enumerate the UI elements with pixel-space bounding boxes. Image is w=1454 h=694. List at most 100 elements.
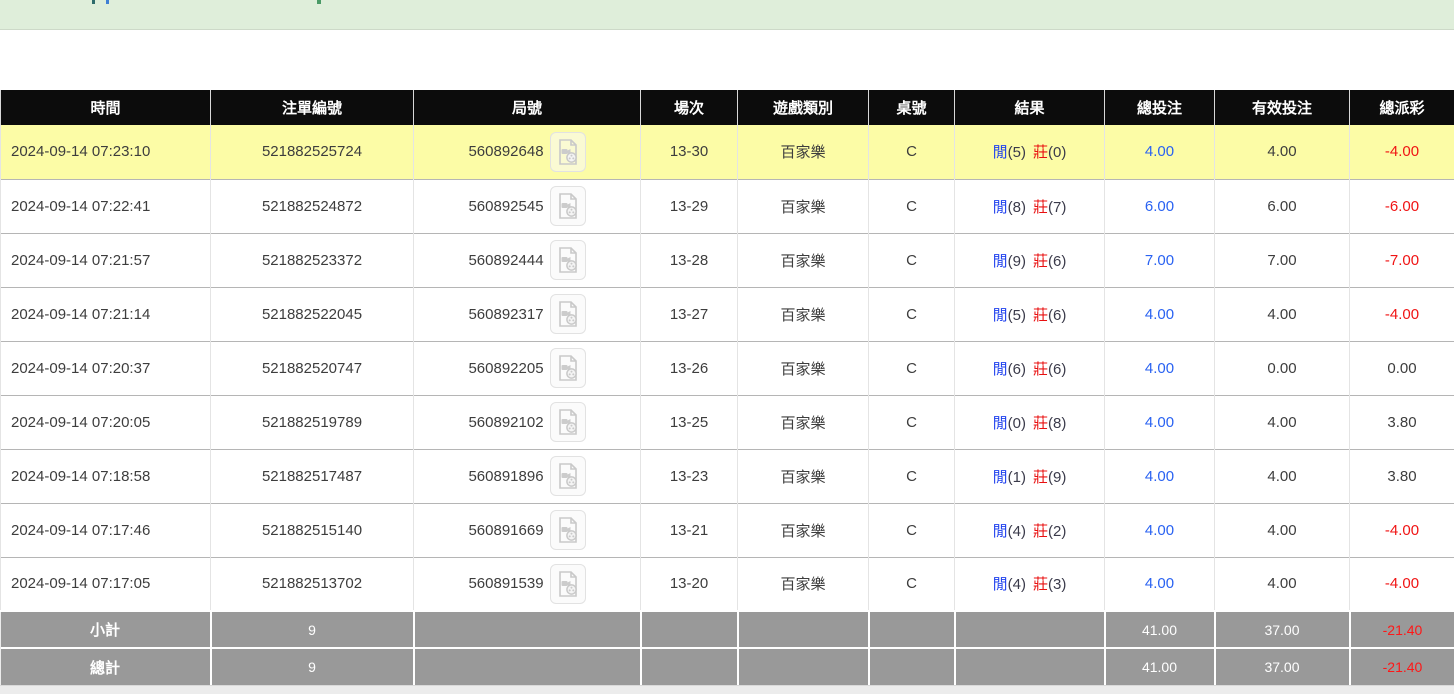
- banker-result-label: 莊: [1033, 576, 1048, 593]
- video-replay-button[interactable]: [550, 564, 586, 604]
- total-bet-link[interactable]: 4.00: [1105, 557, 1215, 611]
- game-type: 百家樂: [738, 125, 869, 179]
- total-bet-link[interactable]: 4.00: [1105, 503, 1215, 557]
- footer-empty-cell: [414, 648, 641, 685]
- subtotal-payout: -21.40: [1350, 611, 1454, 648]
- video-record-icon: [556, 516, 580, 544]
- bet-id: 521882517487: [211, 449, 414, 503]
- player-score: (4): [1008, 576, 1026, 593]
- table-code: C: [869, 233, 955, 287]
- result-cell: 閒(8)莊(7): [955, 179, 1105, 233]
- video-replay-button[interactable]: [550, 510, 586, 550]
- total-bet-link[interactable]: 6.00: [1105, 179, 1215, 233]
- round-cell: 560892648: [414, 125, 641, 179]
- total-bet-link[interactable]: 4.00: [1105, 287, 1215, 341]
- round-id: 560892545: [468, 198, 543, 215]
- total-bet-link[interactable]: 4.00: [1105, 125, 1215, 179]
- table-code: C: [869, 179, 955, 233]
- player-score: (4): [1008, 523, 1026, 540]
- result-cell: 閒(9)莊(6): [955, 233, 1105, 287]
- player-result-label: 閒: [993, 144, 1008, 161]
- table-row: 2024-09-14 07:22:41 521882524872 5608925…: [1, 179, 1454, 233]
- session: 13-21: [641, 503, 738, 557]
- footer-empty-cell: [641, 611, 738, 648]
- subtotal-label: 小計: [1, 611, 211, 648]
- valid-bet: 4.00: [1215, 449, 1350, 503]
- valid-bet: 4.00: [1215, 503, 1350, 557]
- payout: -4.00: [1350, 557, 1454, 611]
- video-replay-button[interactable]: [550, 402, 586, 442]
- result-cell: 閒(0)莊(8): [955, 395, 1105, 449]
- video-record-icon: [556, 570, 580, 598]
- cropped-content-fragment: [92, 0, 95, 4]
- result-cell: 閒(1)莊(9): [955, 449, 1105, 503]
- player-score: (6): [1008, 361, 1026, 378]
- payout: -6.00: [1350, 179, 1454, 233]
- game-type: 百家樂: [738, 179, 869, 233]
- subtotal-valid-bet: 37.00: [1215, 611, 1350, 648]
- column-header-round_id: 局號: [414, 90, 641, 125]
- bet-id: 521882524872: [211, 179, 414, 233]
- table-row: 2024-09-14 07:17:46 521882515140 5608916…: [1, 503, 1454, 557]
- bet-time: 2024-09-14 07:21:14: [1, 287, 211, 341]
- result-cell: 閒(4)莊(3): [955, 557, 1105, 611]
- session: 13-26: [641, 341, 738, 395]
- round-id: 560891669: [468, 522, 543, 539]
- bet-id: 521882523372: [211, 233, 414, 287]
- table-row: 2024-09-14 07:21:57 521882523372 5608924…: [1, 233, 1454, 287]
- session: 13-29: [641, 179, 738, 233]
- player-result-label: 閒: [993, 307, 1008, 324]
- game-type: 百家樂: [738, 557, 869, 611]
- game-type: 百家樂: [738, 449, 869, 503]
- footer-empty-cell: [414, 611, 641, 648]
- total-valid-bet: 37.00: [1215, 648, 1350, 685]
- total-bet-link[interactable]: 4.00: [1105, 395, 1215, 449]
- video-replay-button[interactable]: [550, 348, 586, 388]
- valid-bet: 6.00: [1215, 179, 1350, 233]
- bet-time: 2024-09-14 07:23:10: [1, 125, 211, 179]
- video-replay-button[interactable]: [550, 186, 586, 226]
- total-bet-link[interactable]: 4.00: [1105, 341, 1215, 395]
- banker-result-label: 莊: [1033, 361, 1048, 378]
- bet-id: 521882519789: [211, 395, 414, 449]
- round-id: 560892102: [468, 414, 543, 431]
- video-record-icon: [556, 354, 580, 382]
- banker-result-label: 莊: [1033, 469, 1048, 486]
- table-row: 2024-09-14 07:20:37 521882520747 5608922…: [1, 341, 1454, 395]
- total-bet-link[interactable]: 7.00: [1105, 233, 1215, 287]
- result-cell: 閒(5)莊(6): [955, 287, 1105, 341]
- footer-empty-cell: [955, 611, 1105, 648]
- column-header-result: 結果: [955, 90, 1105, 125]
- session: 13-23: [641, 449, 738, 503]
- valid-bet: 4.00: [1215, 287, 1350, 341]
- video-replay-button[interactable]: [550, 294, 586, 334]
- column-header-valid_bet: 有效投注: [1215, 90, 1350, 125]
- payout: 3.80: [1350, 395, 1454, 449]
- column-header-time: 時間: [1, 90, 211, 125]
- footer-empty-cell: [738, 611, 869, 648]
- player-result-label: 閒: [993, 361, 1008, 378]
- payout: -4.00: [1350, 287, 1454, 341]
- payout: 3.80: [1350, 449, 1454, 503]
- game-type: 百家樂: [738, 503, 869, 557]
- bet-id: 521882515140: [211, 503, 414, 557]
- bet-id: 521882513702: [211, 557, 414, 611]
- round-id: 560892205: [468, 360, 543, 377]
- page-spacer: [0, 30, 1454, 90]
- video-replay-button[interactable]: [550, 456, 586, 496]
- total-bet-link[interactable]: 4.00: [1105, 449, 1215, 503]
- total-label: 總計: [1, 648, 211, 685]
- session: 13-30: [641, 125, 738, 179]
- round-cell: 560892102: [414, 395, 641, 449]
- subtotal-total-bet: 41.00: [1105, 611, 1215, 648]
- session: 13-25: [641, 395, 738, 449]
- subtotal-row: 小計 9 41.00 37.00 -21.40: [1, 611, 1454, 648]
- video-replay-button[interactable]: [550, 132, 586, 172]
- footer-empty-cell: [869, 648, 955, 685]
- table-code: C: [869, 503, 955, 557]
- table-row: 2024-09-14 07:23:10 521882525724 5608926…: [1, 125, 1454, 179]
- total-total-bet: 41.00: [1105, 648, 1215, 685]
- valid-bet: 4.00: [1215, 395, 1350, 449]
- bet-id: 521882520747: [211, 341, 414, 395]
- video-replay-button[interactable]: [550, 240, 586, 280]
